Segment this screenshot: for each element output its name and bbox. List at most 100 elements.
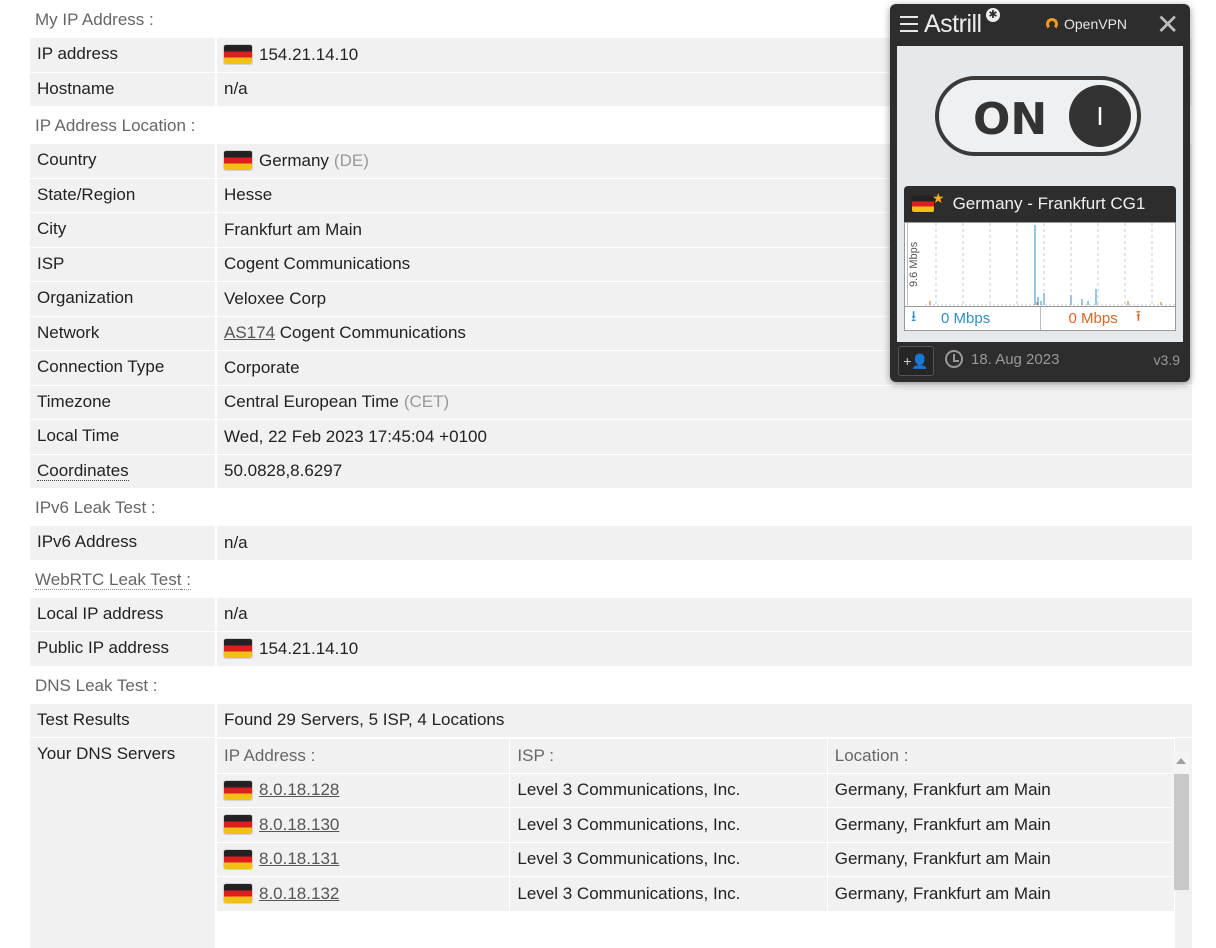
germany-flag-icon [224, 639, 252, 659]
astrill-vpn-widget: Astrill ✱ OpenVPN ✕ ON I ★ Germany - Fra… [890, 4, 1190, 382]
header-location: Location : [828, 739, 1176, 773]
row-timezone: Timezone Central European Time (CET) [30, 384, 1192, 419]
dns-ip-link[interactable]: 8.0.18.131 [259, 843, 339, 875]
organization-label: Organization [30, 282, 217, 316]
toggle-state-label: ON [973, 94, 1048, 145]
ipv6-value: n/a [224, 532, 248, 552]
dns-location: Germany, Frankfurt am Main [828, 842, 1176, 876]
astrill-header: Astrill ✱ OpenVPN ✕ [890, 4, 1190, 46]
favorite-star-icon: ★ [932, 189, 945, 206]
germany-flag-icon [224, 815, 252, 835]
scroll-up-arrow-icon[interactable] [1176, 758, 1186, 764]
row-ipv6: IPv6 Address n/a [30, 525, 1192, 560]
state-value: Hesse [224, 185, 273, 205]
protocol-label: OpenVPN [1064, 16, 1128, 32]
ip-address-value: 154.21.14.10 [259, 44, 359, 64]
scrollbar-thumb[interactable] [1174, 774, 1189, 890]
table-row: 8.0.18.132 Level 3 Communications, Inc. … [217, 876, 1176, 911]
germany-flag-icon [224, 884, 252, 904]
row-local-time: Local Time Wed, 22 Feb 2023 17:45:04 +01… [30, 419, 1192, 454]
download-arrow-icon: ⭳ [911, 308, 917, 325]
organization-value: Veloxee Corp [224, 288, 327, 308]
local-ip-label: Local IP address [30, 597, 217, 631]
table-row: 8.0.18.130 Level 3 Communications, Inc. … [217, 807, 1176, 842]
toggle-knob: I [1069, 85, 1131, 147]
isp-value: Cogent Communications [224, 254, 411, 274]
test-results-value: Found 29 Servers, 5 ISP, 4 Locations [224, 710, 505, 730]
isp-label: ISP [30, 247, 217, 281]
dns-location: Germany, Frankfurt am Main [828, 877, 1176, 911]
public-ip-label: Public IP address [30, 632, 217, 666]
astrill-footer: +👤 18. Aug 2023 v3.9 [890, 342, 1190, 382]
close-icon[interactable]: ✕ [1156, 11, 1179, 39]
openvpn-icon [1046, 18, 1058, 30]
dns-isp: Level 3 Communications, Inc. [510, 808, 828, 842]
table-row: 8.0.18.128 Level 3 Communications, Inc. … [217, 772, 1176, 807]
section-title-ipv6: IPv6 Leak Test : [35, 498, 156, 517]
dns-ip-link[interactable]: 8.0.18.128 [259, 774, 339, 806]
server-selector[interactable]: ★ Germany - Frankfurt CG1 [904, 186, 1176, 222]
vpn-toggle-switch[interactable]: ON I [935, 76, 1141, 156]
network-value: Cogent Communications [275, 323, 466, 343]
bandwidth-chart [925, 223, 1175, 306]
germany-flag-icon [912, 196, 934, 212]
row-test-results: Test Results Found 29 Servers, 5 ISP, 4 … [30, 702, 1192, 737]
dns-table-header: IP Address : ISP : Location : [217, 738, 1176, 773]
upload-speed: 0 Mbps [1068, 310, 1118, 327]
germany-flag-icon [224, 151, 252, 171]
dns-servers-label: Your DNS Servers [30, 738, 217, 948]
city-label: City [30, 213, 217, 247]
dns-servers-block: Your DNS Servers IP Address : ISP : Loca… [30, 737, 1192, 948]
germany-flag-icon [224, 780, 252, 800]
public-ip-value: 154.21.14.10 [259, 638, 359, 658]
germany-flag-icon [224, 849, 252, 869]
hostname-value: n/a [224, 79, 248, 99]
connection-type-label: Connection Type [30, 351, 217, 385]
protocol-selector[interactable]: OpenVPN [1046, 16, 1127, 32]
table-row: 8.0.18.131 Level 3 Communications, Inc. … [217, 841, 1176, 876]
country-value: Germany [259, 150, 329, 170]
asn-link[interactable]: AS174 [224, 317, 275, 349]
app-version: v3.9 [1153, 352, 1180, 368]
connection-type-value: Corporate [224, 357, 300, 377]
dns-table-scrollbar[interactable] [1172, 752, 1190, 890]
state-label: State/Region [30, 178, 217, 212]
dns-ip-link[interactable]: 8.0.18.132 [259, 878, 339, 910]
section-title-dns: DNS Leak Test : [35, 675, 158, 695]
dns-location: Germany, Frankfurt am Main [828, 808, 1176, 842]
hamburger-menu-icon[interactable] [900, 16, 918, 32]
astrill-logo: Astrill [924, 10, 982, 38]
section-title-webrtc: WebRTC Leak Test : [35, 569, 191, 590]
dns-isp: Level 3 Communications, Inc. [510, 877, 828, 911]
country-label: Country [30, 144, 217, 178]
network-label: Network [30, 316, 217, 350]
server-name: Germany - Frankfurt CG1 [952, 194, 1146, 213]
germany-flag-icon [224, 45, 252, 65]
row-public-ip: Public IP address 154.21.14.10 [30, 631, 1192, 666]
webrtc-title-link[interactable]: WebRTC Leak Test [35, 569, 182, 590]
download-speed: 0 Mbps [941, 310, 991, 327]
test-results-label: Test Results [30, 703, 217, 737]
speed-readout: ⭳ 0 Mbps 0 Mbps ⭱ [904, 307, 1176, 331]
local-time-value: Wed, 22 Feb 2023 17:45:04 +0100 [224, 426, 487, 446]
header-ip: IP Address : [217, 739, 511, 773]
ip-address-label: IP address [30, 38, 217, 72]
header-isp: ISP : [510, 739, 828, 773]
graph-scale-label: 9.6 Mbps [907, 223, 926, 305]
dns-servers-table: IP Address : ISP : Location : 8.0.18.128… [217, 738, 1176, 948]
timezone-label: Timezone [30, 385, 217, 419]
row-coordinates: Coordinates 50.0828,8.6297 [30, 453, 1192, 488]
ipv6-label: IPv6 Address [30, 526, 217, 560]
coordinates-label[interactable]: Coordinates [37, 460, 129, 481]
timezone-value: Central European Time [224, 392, 399, 412]
coordinates-value: 50.0828,8.6297 [224, 461, 343, 481]
bandwidth-graph: 9.6 Mbps [904, 222, 1176, 307]
clock-icon [945, 350, 963, 368]
dns-isp: Level 3 Communications, Inc. [510, 773, 828, 807]
dns-isp: Level 3 Communications, Inc. [510, 842, 828, 876]
add-user-button[interactable]: +👤 [898, 346, 934, 376]
soccer-ball-icon: ✱ [986, 8, 1000, 22]
astrill-panel: ON I ★ Germany - Frankfurt CG1 9.6 Mbps [897, 46, 1183, 342]
dns-ip-link[interactable]: 8.0.18.130 [259, 809, 339, 841]
dns-location: Germany, Frankfurt am Main [828, 773, 1176, 807]
